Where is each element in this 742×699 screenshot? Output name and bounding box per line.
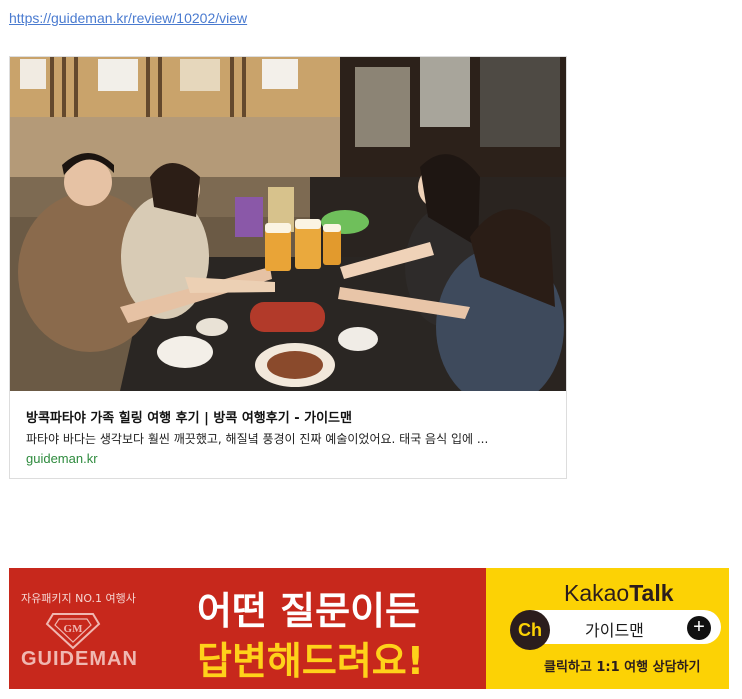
card-domain: guideman.kr [26,451,98,466]
kakao-consult-banner[interactable]: 자유패키지 NO.1 여행사 GM GUIDEMAN 어떤 질문이든 답변해드려… [9,568,729,689]
link-preview-card[interactable]: 방콕파타야 가족 힐링 여행 후기 | 방콕 여행후기 - 가이드맨 파타야 바… [9,56,567,479]
review-url-link[interactable]: https://guideman.kr/review/10202/view [9,10,247,26]
consult-cta-text[interactable]: 클릭하고 1:1 여행 상담하기 [544,656,700,675]
banner-left-panel: 자유패키지 NO.1 여행사 GM GUIDEMAN 어떤 질문이든 답변해드려… [9,568,486,689]
banner-headline-line1: 어떤 질문이든 [197,589,420,633]
card-description: 파타야 바다는 생각보다 훨씬 깨끗했고, 해질녘 풍경이 진짜 예술이었어요.… [26,432,489,446]
review-photo [10,57,566,391]
kakaotalk-logo-bold: Talk [629,580,674,606]
card-title[interactable]: 방콕파타야 가족 힐링 여행 후기 | 방콕 여행후기 - 가이드맨 [26,407,556,426]
add-channel-button[interactable]: + [687,616,711,640]
banner-tagline: 자유패키지 NO.1 여행사 [21,592,136,605]
banner-right-panel: KakaoTalk Ch 가이드맨 + 클릭하고 1:1 여행 상담하기 [486,568,729,689]
channel-name: 가이드맨 [585,621,644,640]
banner-headline-line2: 답변해드려요! [197,639,425,683]
guideman-logo-text: GUIDEMAN [21,648,138,670]
kakaotalk-logo-light: Kakao [564,580,630,606]
kakaotalk-logo: KakaoTalk [564,580,674,607]
svg-text:GM: GM [64,623,84,635]
kakao-channel-icon: Ch [510,610,550,650]
guideman-logo-icon: GM [45,613,101,650]
